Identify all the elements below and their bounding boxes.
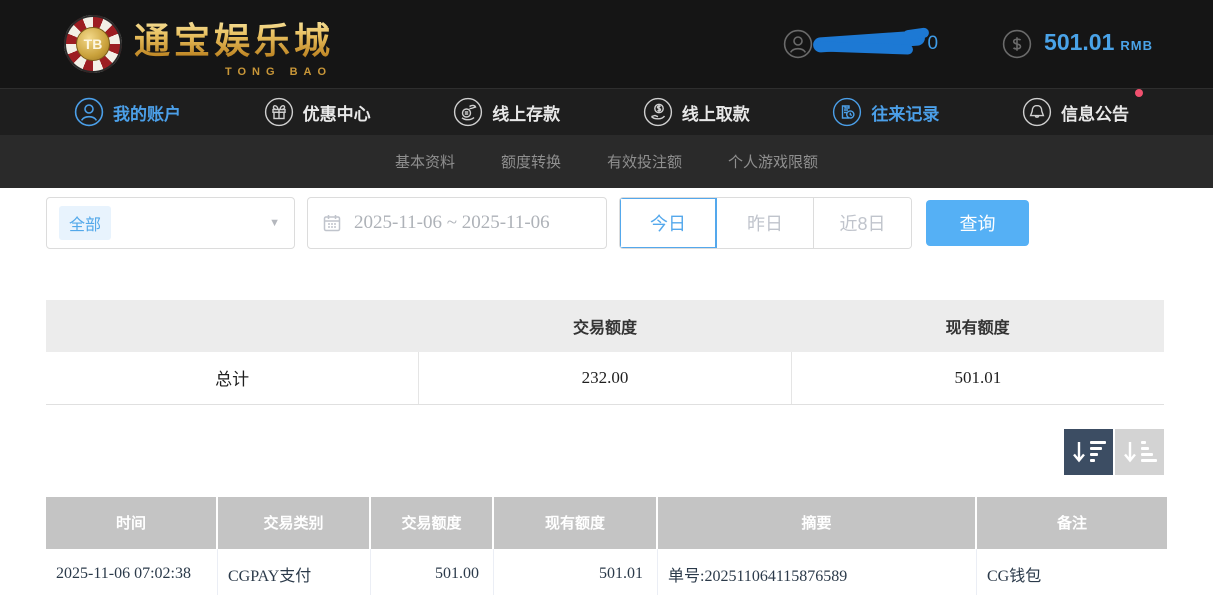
nav-announcements[interactable]: 信息公告 xyxy=(1022,97,1129,127)
sort-descending-button[interactable] xyxy=(1064,429,1113,475)
summary-table: 交易额度 现有额度 总计 232.00 501.01 xyxy=(46,300,1164,405)
withdraw-icon xyxy=(643,97,673,127)
dollar-icon xyxy=(1002,29,1032,59)
date-range-input[interactable]: 2025-11-06 ~ 2025-11-06 xyxy=(307,197,607,249)
selected-type-chip: 全部 xyxy=(59,206,111,240)
col-remarks: 备注 xyxy=(977,497,1167,549)
nav-label: 线上取款 xyxy=(682,100,750,125)
summary-header-transaction-amount: 交易额度 xyxy=(419,300,792,352)
logo[interactable]: TB 通宝娱乐城 TONG BAO xyxy=(64,12,334,76)
quick-range-today[interactable]: 今日 xyxy=(620,198,717,248)
nav-label: 我的账户 xyxy=(113,100,181,125)
site-subtitle: TONG BAO xyxy=(225,66,332,78)
subnav-balance-transfer[interactable]: 额度转换 xyxy=(501,151,561,172)
account-subnav: 基本资料 额度转换 有效投注额 个人游戏限额 xyxy=(0,135,1213,188)
sort-ascending-icon xyxy=(1123,441,1157,463)
subnav-basic-info[interactable]: 基本资料 xyxy=(395,151,455,172)
records-icon xyxy=(832,97,862,127)
bell-icon xyxy=(1022,97,1052,127)
table-row: 2025-11-06 07:02:38 CGPAY支付 501.00 501.0… xyxy=(46,549,1167,595)
user-icon xyxy=(74,97,104,127)
col-summary: 摘要 xyxy=(658,497,977,549)
nav-online-deposit[interactable]: 线上存款 xyxy=(453,97,560,127)
casino-chip-icon: TB xyxy=(64,15,122,73)
balance[interactable]: 501.01 RMB xyxy=(1002,29,1153,59)
nav-label: 线上存款 xyxy=(492,100,560,125)
nav-online-withdrawal[interactable]: 线上取款 xyxy=(643,97,750,127)
username-redaction-scribble xyxy=(819,31,931,57)
balance-amount: 501.01 xyxy=(1044,29,1114,56)
quick-range-group: 今日 昨日 近8日 xyxy=(619,197,912,249)
chevron-down-icon: ▼ xyxy=(269,217,280,229)
col-time: 时间 xyxy=(46,497,218,549)
chip-label: TB xyxy=(76,27,110,61)
top-header: TB 通宝娱乐城 TONG BAO 0 501.01 RMB xyxy=(0,0,1213,88)
cell-remarks: CG钱包 xyxy=(977,549,1167,595)
nav-transaction-records[interactable]: 往来记录 xyxy=(832,97,939,127)
username-visible-suffix: 0 xyxy=(927,33,938,55)
cell-current-amount: 501.01 xyxy=(494,549,658,595)
filter-bar: 全部 ▼ 2025-11-06 ~ 2025-11-06 今日 昨日 近8日 查… xyxy=(46,197,1213,249)
nav-label: 优惠中心 xyxy=(303,100,371,125)
transaction-type-select[interactable]: 全部 ▼ xyxy=(46,197,295,249)
subnav-personal-game-limit[interactable]: 个人游戏限额 xyxy=(728,151,818,172)
logo-text: 通宝娱乐城 TONG BAO xyxy=(134,12,334,76)
calendar-icon xyxy=(322,213,342,233)
user-icon xyxy=(783,29,813,59)
deposit-icon xyxy=(453,97,483,127)
sort-controls xyxy=(0,429,1164,475)
nav-label: 信息公告 xyxy=(1061,100,1129,125)
cell-time: 2025-11-06 07:02:38 xyxy=(46,549,218,595)
col-current-amount: 现有额度 xyxy=(494,497,658,549)
col-transaction-type: 交易类别 xyxy=(218,497,371,549)
sort-descending-icon xyxy=(1072,441,1106,463)
account-username[interactable]: 0 xyxy=(783,29,938,59)
summary-header-empty xyxy=(46,300,419,352)
nav-promotions[interactable]: 优惠中心 xyxy=(264,97,371,127)
summary-header-row: 交易额度 现有额度 xyxy=(46,300,1164,352)
balance-currency: RMB xyxy=(1120,38,1153,53)
summary-transaction-amount: 232.00 xyxy=(419,352,792,404)
cell-summary: 单号:202511064115876589 xyxy=(658,549,977,595)
gift-icon xyxy=(264,97,294,127)
summary-total-row: 总计 232.00 501.01 xyxy=(46,352,1164,404)
site-title: 通宝娱乐城 xyxy=(134,12,334,64)
sort-ascending-button[interactable] xyxy=(1115,429,1164,475)
subnav-valid-bets[interactable]: 有效投注额 xyxy=(607,151,682,172)
date-range-value: 2025-11-06 ~ 2025-11-06 xyxy=(354,212,550,234)
quick-range-last8days[interactable]: 近8日 xyxy=(814,198,911,248)
cell-transaction-type: CGPAY支付 xyxy=(218,549,371,595)
quick-range-yesterday[interactable]: 昨日 xyxy=(717,198,814,248)
records-header-row: 时间 交易类别 交易额度 现有额度 摘要 备注 xyxy=(46,497,1167,549)
main-navigation: 我的账户 优惠中心 线上存款 线上取款 往来记录 xyxy=(0,88,1213,135)
notification-dot xyxy=(1135,89,1143,97)
summary-header-current-amount: 现有额度 xyxy=(791,300,1164,352)
cell-transaction-amount: 501.00 xyxy=(371,549,494,595)
records-table: 时间 交易类别 交易额度 现有额度 摘要 备注 2025-11-06 07:02… xyxy=(46,497,1167,595)
summary-total-label: 总计 xyxy=(46,352,419,404)
summary-current-amount: 501.01 xyxy=(791,352,1164,404)
nav-label: 往来记录 xyxy=(871,100,939,125)
search-button[interactable]: 查询 xyxy=(926,200,1029,246)
nav-my-account[interactable]: 我的账户 xyxy=(74,97,181,127)
col-transaction-amount: 交易额度 xyxy=(371,497,494,549)
